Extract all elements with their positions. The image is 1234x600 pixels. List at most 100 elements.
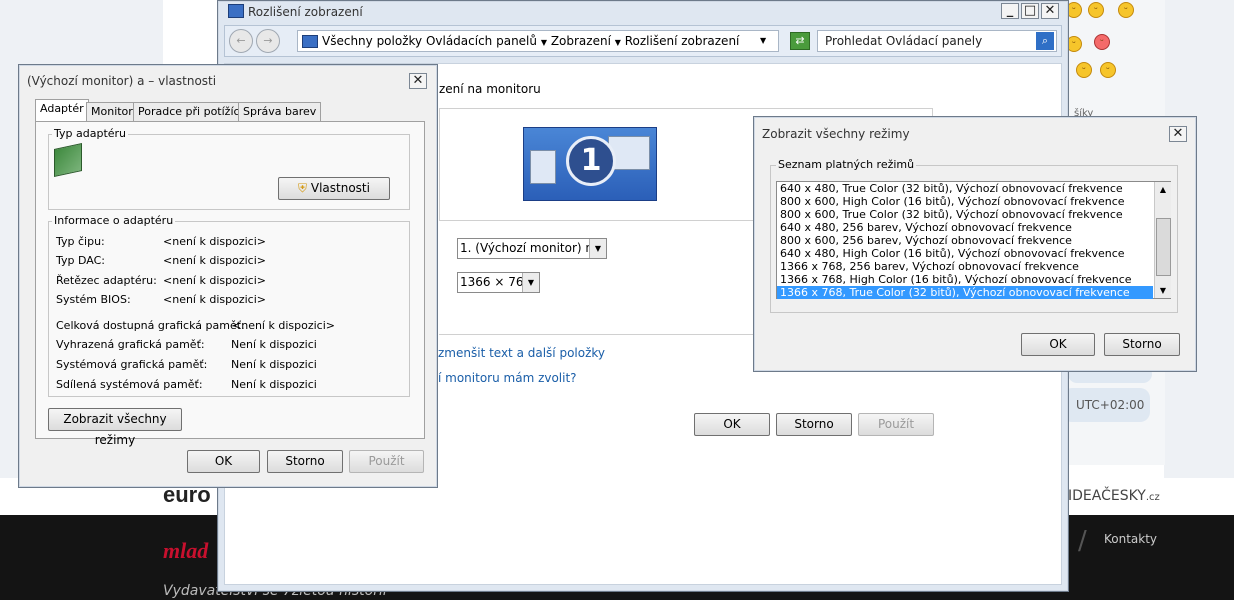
brand-logo-right[interactable]: IDEAČESKY.cz <box>1068 488 1160 504</box>
footer-divider: / <box>1078 526 1087 556</box>
adapter-type-label: Typ adaptéru <box>52 127 129 140</box>
display-select[interactable]: 1. (Výchozí monitor) na ▼ <box>457 238 607 259</box>
smiley-icon[interactable]: ᵕ <box>1118 2 1134 18</box>
shield-icon: ⛨ <box>298 181 308 195</box>
text-size-link[interactable]: zmenšit text a další položky <box>438 346 605 360</box>
dedicated-memory-value: Není k dispozici <box>231 338 317 351</box>
close-button[interactable]: ✕ <box>1169 126 1187 142</box>
mode-list-item[interactable]: 800 x 600, 256 barev, Výchozí obnovovací… <box>777 234 1153 247</box>
total-memory-label: Celková dostupná grafická paměť: <box>56 319 245 332</box>
mode-list-item[interactable]: 640 x 480, True Color (32 bitů), Výchozí… <box>777 182 1153 195</box>
footer-link-contacts[interactable]: Kontakty <box>1104 532 1157 546</box>
brand-suffix: .cz <box>1145 492 1160 503</box>
tab-adapter[interactable]: Adaptér <box>35 99 89 121</box>
adapter-properties-dialog: (Výchozí monitor) a – vlastnosti ✕ Adapt… <box>18 64 438 488</box>
adapter-properties-button[interactable]: ⛨ Vlastnosti <box>278 177 390 200</box>
control-panel-icon <box>302 35 318 48</box>
tab-troubleshoot[interactable]: Poradce při potížích <box>133 102 252 121</box>
refresh-icon[interactable]: ⇄ <box>790 32 810 50</box>
adapter-string-value: <není k dispozici> <box>163 274 266 287</box>
dac-type-value: <není k dispozici> <box>163 254 266 267</box>
smiley-icon[interactable]: ᵕ <box>1100 62 1116 78</box>
breadcrumb-arrow-icon[interactable]: ▼ <box>615 38 621 47</box>
forward-icon[interactable]: → <box>256 29 280 53</box>
mode-list-item[interactable]: 1366 x 768, High Color (16 bitů), Výchoz… <box>777 273 1153 286</box>
modes-group-label: Seznam platných režimů <box>776 158 917 171</box>
minimize-button[interactable]: _ <box>1001 3 1019 19</box>
chip-type-value: <není k dispozici> <box>163 235 266 248</box>
brand-name: IDEAČESKY <box>1068 488 1146 504</box>
footer-logo[interactable]: mlad <box>163 538 208 564</box>
mode-list-item[interactable]: 800 x 600, True Color (32 bitů), Výchozí… <box>777 208 1153 221</box>
mode-list-item[interactable]: 1366 x 768, 256 barev, Výchozí obnovovac… <box>777 260 1153 273</box>
breadcrumb-item[interactable]: Zobrazení <box>551 34 611 48</box>
smiley-icon[interactable]: ᵕ <box>1076 62 1092 78</box>
total-memory-value: <není k dispozici> <box>232 319 335 332</box>
ok-button[interactable]: OK <box>187 450 260 473</box>
adapter-info-label: Informace o adaptéru <box>52 214 176 227</box>
tab-monitor[interactable]: Monitor <box>86 102 138 121</box>
breadcrumb[interactable]: Všechny položky Ovládacích panelů ▼ Zobr… <box>297 30 779 52</box>
scrollbar[interactable]: ▲ ▼ <box>1154 182 1171 298</box>
adapter-properties-label: Vlastnosti <box>310 181 370 195</box>
ok-button[interactable]: OK <box>1021 333 1095 356</box>
graphics-card-icon <box>54 143 82 177</box>
timezone-label: UTC+02:00 <box>1076 398 1145 412</box>
cancel-button[interactable]: Storno <box>267 450 343 473</box>
modes-list[interactable]: 640 x 480, True Color (32 bitů), Výchozí… <box>776 181 1171 299</box>
monitor-number-badge: 1 <box>566 136 616 186</box>
main-window-title: Rozlišení zobrazení <box>248 5 363 19</box>
dac-type-label: Typ DAC: <box>56 254 105 267</box>
props-titlebar[interactable]: (Výchozí monitor) a – vlastnosti ✕ <box>19 65 437 97</box>
mode-list-item[interactable]: 800 x 600, High Color (16 bitů), Výchozí… <box>777 195 1153 208</box>
tab-color-management[interactable]: Správa barev <box>238 102 322 121</box>
modes-titlebar[interactable]: Zobrazit všechny režimy ✕ <box>754 117 1196 149</box>
display-app-icon <box>228 4 244 18</box>
dedicated-memory-label: Vyhrazená grafická paměť: <box>56 338 205 351</box>
smiley-icon[interactable]: ᵕ <box>1088 2 1104 18</box>
props-dialog-title: (Výchozí monitor) a – vlastnosti <box>27 74 217 88</box>
which-monitor-link[interactable]: í monitoru mám zvolit? <box>438 371 577 385</box>
display-select-value: 1. (Výchozí monitor) na <box>460 241 601 255</box>
close-button[interactable]: ✕ <box>409 73 427 89</box>
monitor-window-graphic <box>530 150 556 184</box>
ok-button[interactable]: OK <box>694 413 770 436</box>
back-icon[interactable]: ← <box>229 29 253 53</box>
scroll-down-icon[interactable]: ▼ <box>1155 283 1171 298</box>
apply-button[interactable]: Použít <box>349 450 424 473</box>
main-titlebar[interactable]: Rozlišení zobrazení _ □ ✕ <box>218 1 1068 23</box>
scrollbar-thumb[interactable] <box>1156 218 1171 276</box>
bios-value: <není k dispozici> <box>163 293 266 306</box>
all-modes-dialog: Zobrazit všechny režimy ✕ Seznam platnýc… <box>753 116 1197 372</box>
search-field[interactable]: Prohledat Ovládací panely ⌕ <box>817 30 1057 52</box>
navigation-bar: ← → Všechny položky Ovládacích panelů ▼ … <box>224 25 1062 57</box>
maximize-button[interactable]: □ <box>1021 3 1039 19</box>
cancel-button[interactable]: Storno <box>1104 333 1180 356</box>
heart-smiley-icon[interactable]: ᵕ <box>1094 34 1110 50</box>
monitor-1-tile[interactable]: 1 <box>523 127 657 201</box>
search-icon[interactable]: ⌕ <box>1036 32 1054 50</box>
bios-label: Systém BIOS: <box>56 293 131 306</box>
close-button[interactable]: ✕ <box>1041 3 1059 19</box>
mode-list-item[interactable]: 640 x 480, 256 barev, Výchozí obnovovací… <box>777 221 1153 234</box>
resolution-select-value: 1366 × 768 <box>460 275 532 289</box>
scroll-up-icon[interactable]: ▲ <box>1155 182 1171 197</box>
list-all-modes-button[interactable]: Zobrazit všechny režimy <box>48 408 182 447</box>
adapter-string-label: Řetězec adaptéru: <box>56 274 157 287</box>
breadcrumb-item[interactable]: Rozlišení zobrazení <box>625 34 740 48</box>
chip-type-label: Typ čipu: <box>56 235 105 248</box>
timezone-bubble: UTC+02:00 <box>1062 388 1150 422</box>
breadcrumb-item[interactable]: Všechny položky Ovládacích panelů <box>322 34 537 48</box>
apply-button[interactable]: Použít <box>858 413 934 436</box>
chevron-down-icon[interactable]: ▼ <box>589 239 606 258</box>
address-dropdown-icon[interactable]: ▼ <box>760 31 766 51</box>
mode-list-item[interactable]: 1366 x 768, True Color (32 bitů), Výchoz… <box>777 286 1153 299</box>
chevron-down-icon[interactable]: ▼ <box>522 273 539 292</box>
cancel-button[interactable]: Storno <box>776 413 852 436</box>
resolution-select[interactable]: 1366 × 768 ▼ <box>457 272 540 293</box>
breadcrumb-arrow-icon[interactable]: ▼ <box>541 38 547 47</box>
system-memory-value: Není k dispozici <box>231 358 317 371</box>
tab-panel-adapter: Typ adaptéru ⛨ Vlastnosti Informace o ad… <box>35 121 425 447</box>
mode-list-item[interactable]: 640 x 480, High Color (16 bitů), Výchozí… <box>777 247 1153 260</box>
system-memory-label: Systémová grafická paměť: <box>56 358 208 371</box>
